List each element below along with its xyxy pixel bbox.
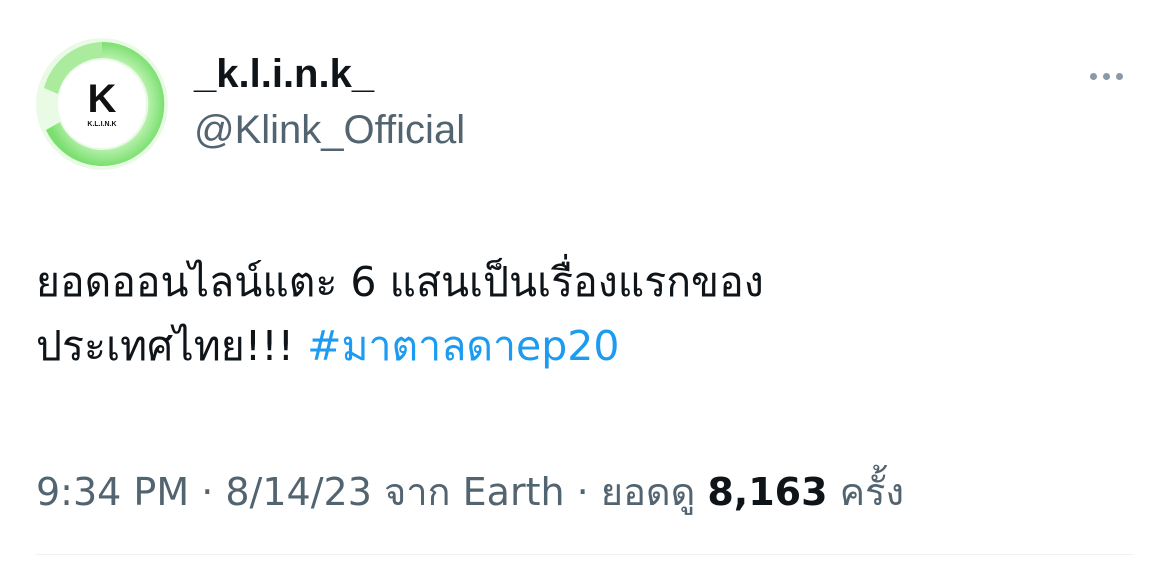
meta-separator: · <box>189 470 226 514</box>
tweet-source: จาก Earth <box>371 470 565 514</box>
display-name[interactable]: _k.l.i.n.k_ <box>194 50 465 98</box>
more-horizontal-icon <box>1089 72 1097 80</box>
meta-separator: · <box>564 470 601 514</box>
tweet-text: ยอดออนไลน์แตะ 6 แสนเป็นเรื่องแรกของ ประเ… <box>36 250 1126 378</box>
tweet-time[interactable]: 9:34 PM <box>36 470 189 514</box>
tweet-text-line-2-text: ประเทศไทย!!! <box>36 322 308 370</box>
avatar[interactable]: K K.L.I.N.K <box>36 38 168 170</box>
tweet-card: K K.L.I.N.K _k.l.i.n.k_ @Klink_Official … <box>0 0 1170 587</box>
views-count[interactable]: 8,163 <box>707 470 827 514</box>
more-horizontal-icon <box>1102 72 1110 80</box>
klink-logo-icon: K K.L.I.N.K <box>36 38 168 170</box>
views-label: ยอดดู <box>600 470 708 514</box>
hashtag-link[interactable]: #มาตาลดาep20 <box>307 322 619 370</box>
more-horizontal-icon <box>1115 72 1123 80</box>
user-info: _k.l.i.n.k_ @Klink_Official <box>194 50 465 156</box>
more-options-button[interactable] <box>1080 60 1132 92</box>
tweet-meta: 9:34 PM · 8/14/23 จาก Earth · ยอดดู 8,16… <box>36 462 904 522</box>
divider <box>36 554 1134 555</box>
user-handle[interactable]: @Klink_Official <box>194 104 465 156</box>
tweet-text-line-1: ยอดออนไลน์แตะ 6 แสนเป็นเรื่องแรกของ <box>36 258 764 306</box>
views-unit: ครั้ง <box>827 470 904 514</box>
svg-text:K.L.I.N.K: K.L.I.N.K <box>87 121 116 128</box>
tweet-text-line-2: ประเทศไทย!!! #มาตาลดาep20 <box>36 314 1126 378</box>
svg-text:K: K <box>88 77 117 121</box>
tweet-date[interactable]: 8/14/23 <box>225 470 372 514</box>
